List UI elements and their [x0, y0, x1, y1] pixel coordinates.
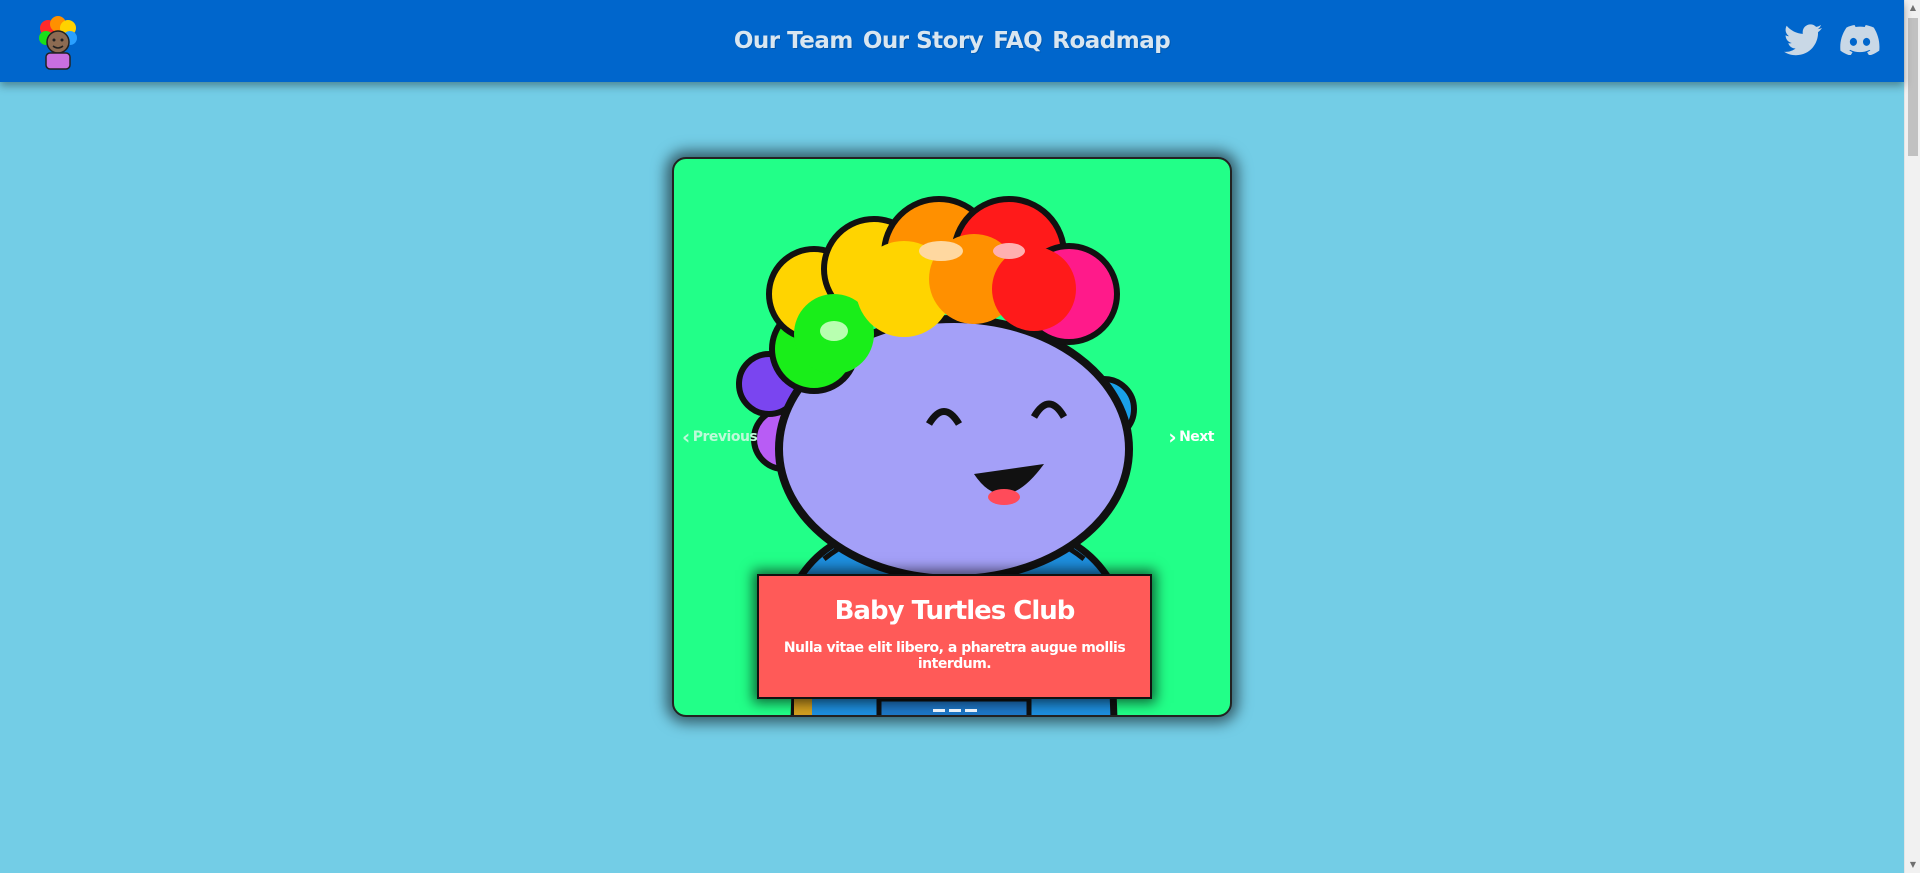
- carousel-indicator[interactable]: [965, 709, 977, 712]
- nav-link-our-story[interactable]: Our Story: [863, 28, 984, 54]
- top-navbar: Our Team Our Story FAQ Roadmap: [0, 0, 1904, 82]
- nav-link-roadmap[interactable]: Roadmap: [1052, 28, 1170, 54]
- slide-caption: Baby Turtles Club Nulla vitae elit liber…: [757, 574, 1152, 699]
- carousel-next-button[interactable]: › Next: [1168, 427, 1214, 447]
- carousel-previous-button[interactable]: ‹ Previous: [682, 425, 758, 449]
- page-scrollbar[interactable]: ▲ ▼: [1904, 0, 1920, 873]
- scroll-thumb[interactable]: [1908, 18, 1918, 156]
- nav-link-faq[interactable]: FAQ: [993, 28, 1042, 54]
- nav-links: Our Team Our Story FAQ Roadmap: [0, 28, 1904, 54]
- chevron-left-icon: ‹: [682, 425, 690, 449]
- slide-title: Baby Turtles Club: [834, 596, 1076, 626]
- chevron-right-icon: ›: [1168, 425, 1177, 449]
- scroll-down-arrow[interactable]: ▼: [1905, 857, 1920, 873]
- twitter-icon[interactable]: [1784, 24, 1822, 60]
- discord-icon[interactable]: [1840, 25, 1880, 59]
- social-links: [1784, 24, 1880, 60]
- slide-subtitle: Nulla vitae elit libero, a pharetra augu…: [783, 640, 1126, 672]
- carousel-indicator[interactable]: [949, 709, 961, 712]
- nav-link-our-team[interactable]: Our Team: [734, 28, 854, 54]
- hero-carousel: ‹ Previous › Next Baby Turtles Club Null…: [672, 157, 1232, 717]
- carousel-indicator[interactable]: [933, 709, 945, 712]
- previous-label: Previous: [692, 429, 758, 445]
- next-label: Next: [1179, 429, 1214, 445]
- scroll-up-arrow[interactable]: ▲: [1905, 0, 1920, 16]
- carousel-indicators: [933, 709, 977, 712]
